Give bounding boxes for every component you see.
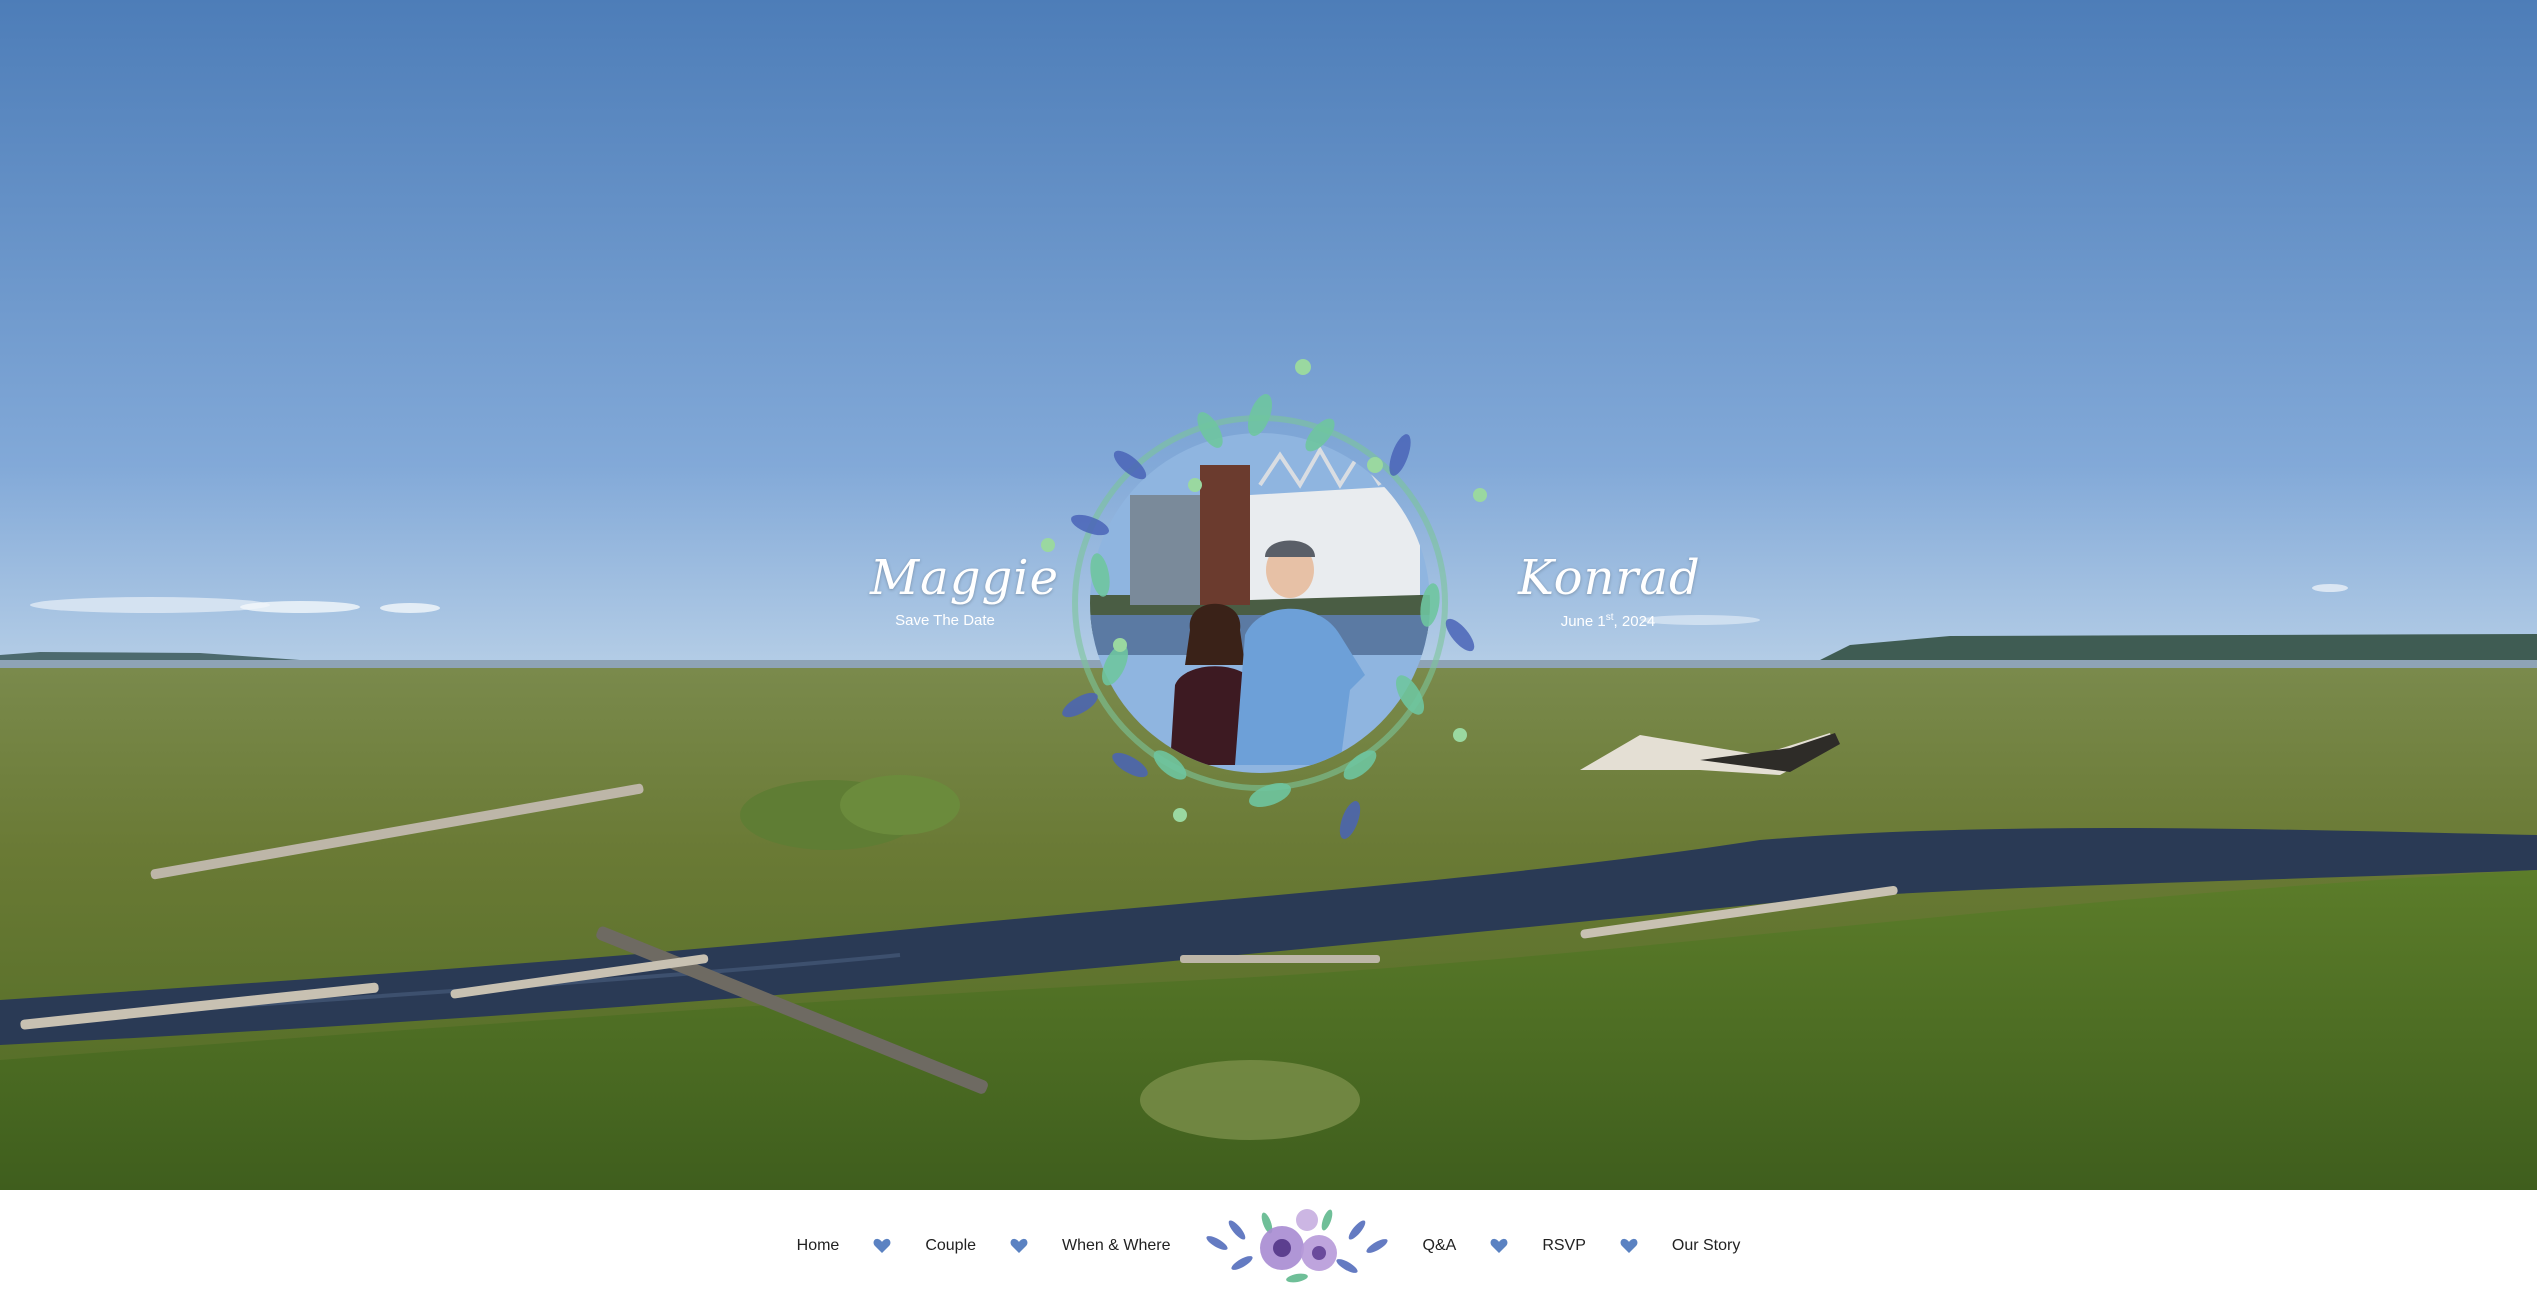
heart-icon [1010, 1238, 1028, 1253]
nav-left-group: Home Couple When & Where [791, 1237, 1177, 1255]
wedding-date-day: June 1 [1560, 613, 1606, 630]
couple-photo [1090, 433, 1430, 773]
save-the-date-label: Save The Date [895, 612, 995, 629]
nav-when-where-link[interactable]: When & Where [1056, 1237, 1176, 1255]
bride-name-block: Maggie Save The Date [870, 550, 1059, 629]
bride-name: Maggie [870, 550, 1059, 606]
flower-bouquet-icon[interactable] [1197, 1198, 1397, 1293]
floral-wreath-photo [1041, 359, 1487, 839]
main-navigation: Home Couple When & Where Q&A RSVP Our St… [0, 1190, 2537, 1301]
groom-name-block: Konrad June 1st, 2024 [1518, 550, 1701, 630]
nav-home-link[interactable]: Home [791, 1237, 846, 1255]
wedding-date: June 1st, 2024 [1518, 612, 1698, 630]
wedding-date-year: , 2024 [1613, 613, 1656, 630]
groom-name: Konrad [1518, 550, 1701, 606]
heart-icon [1620, 1238, 1638, 1253]
nav-rsvp-link[interactable]: RSVP [1536, 1237, 1592, 1255]
hero-banner: Maggie Save The Date Konrad June 1st, 20… [0, 0, 2537, 1190]
wedding-date-suffix: st [1605, 612, 1614, 623]
heart-icon [1490, 1238, 1508, 1253]
heart-icon [873, 1238, 891, 1253]
nav-couple-link[interactable]: Couple [919, 1237, 982, 1255]
nav-qa-link[interactable]: Q&A [1417, 1237, 1463, 1255]
nav-right-group: Q&A RSVP Our Story [1417, 1237, 1747, 1255]
nav-our-story-link[interactable]: Our Story [1666, 1237, 1746, 1255]
